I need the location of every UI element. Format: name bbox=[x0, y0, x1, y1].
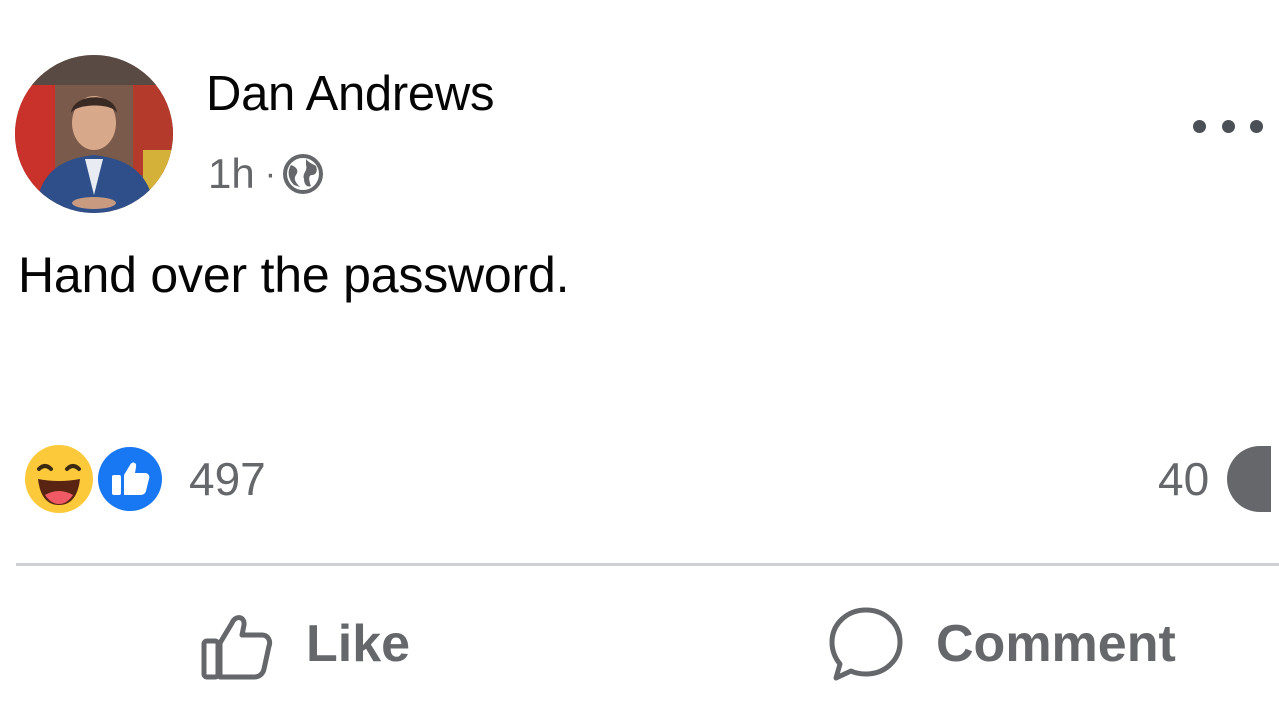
author-name[interactable]: Dan Andrews bbox=[206, 64, 494, 124]
more-dot bbox=[1193, 119, 1206, 133]
post-card: Dan Andrews 1h · Hand over the password. bbox=[0, 0, 1279, 722]
reactions-summary[interactable]: 497 bbox=[23, 443, 266, 515]
avatar[interactable] bbox=[15, 55, 173, 213]
globe-icon[interactable] bbox=[282, 153, 324, 195]
reaction-count[interactable]: 497 bbox=[189, 452, 266, 506]
like-button[interactable]: Like bbox=[198, 600, 410, 688]
more-dot bbox=[1221, 119, 1235, 133]
comment-bubble-icon bbox=[1227, 446, 1272, 512]
thumbs-up-icon bbox=[201, 615, 273, 680]
like-label: Like bbox=[306, 615, 411, 673]
post-meta: 1h · bbox=[208, 146, 324, 202]
post-text: Hand over the password. bbox=[18, 247, 570, 303]
more-dot bbox=[1250, 119, 1263, 133]
reaction-icons bbox=[23, 443, 168, 515]
post-timestamp[interactable]: 1h bbox=[208, 150, 255, 198]
more-options-icon[interactable] bbox=[1193, 104, 1263, 148]
like-reaction-icon bbox=[95, 444, 165, 514]
avatar-photo bbox=[15, 55, 173, 213]
comment-button[interactable]: Comment bbox=[826, 600, 1176, 688]
haha-icon bbox=[25, 445, 93, 513]
comment-label: Comment bbox=[936, 615, 1176, 673]
comment-icon bbox=[829, 607, 903, 681]
divider bbox=[16, 563, 1279, 566]
meta-separator: · bbox=[264, 154, 277, 193]
comment-count-link[interactable]: 40 bbox=[1158, 443, 1272, 515]
comment-count: 40 bbox=[1158, 453, 1210, 505]
